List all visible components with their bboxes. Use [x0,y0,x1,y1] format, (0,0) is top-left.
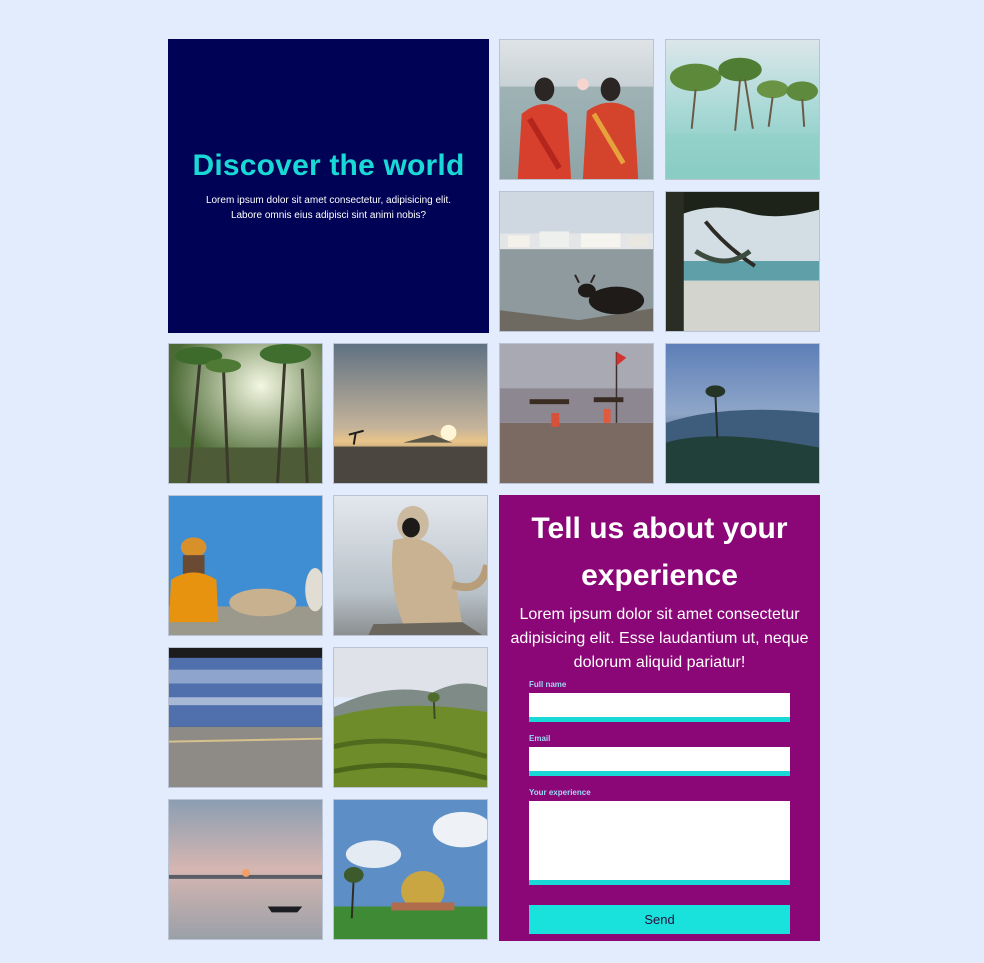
full-name-group: Full name [529,679,790,722]
experience-form-panel: Tell us about your experience Lorem ipsu… [499,495,820,941]
full-name-field[interactable] [529,693,790,722]
sunset-tidal-flat-photo [333,343,488,484]
beach-flag-walkers-photo [499,343,654,484]
mangrove-trees-photo [665,39,820,180]
hero-title: Discover the world [192,149,465,182]
experience-group: Your experience [529,787,790,885]
form-intro: Lorem ipsum dolor sit amet consectetur a… [510,606,809,671]
experience-textarea[interactable] [529,801,790,885]
experience-label: Your experience [529,788,591,797]
moving-train-photo [168,647,323,788]
form-title: Tell us about your experience [531,512,788,592]
misty-mountain-photo [665,343,820,484]
send-button[interactable]: Send [529,905,790,934]
golden-dome-photo [333,799,488,940]
full-name-label: Full name [529,680,567,689]
tea-plantation-photo [333,647,488,788]
langur-monkey-photo [333,495,488,636]
riverside-town-cow-photo [499,191,654,332]
palm-forest-photo [168,343,323,484]
sadhu-blue-wall-photo [168,495,323,636]
hero-card: Discover the world Lorem ipsum dolor sit… [168,39,489,333]
email-label: Email [529,734,551,743]
email-field[interactable] [529,747,790,776]
beach-hammock-photo [665,191,820,332]
sunset-boat-photo [168,799,323,940]
email-group: Email [529,733,790,776]
women-in-saris-photo [499,39,654,180]
hero-text: Lorem ipsum dolor sit amet consectetur, … [205,195,452,221]
